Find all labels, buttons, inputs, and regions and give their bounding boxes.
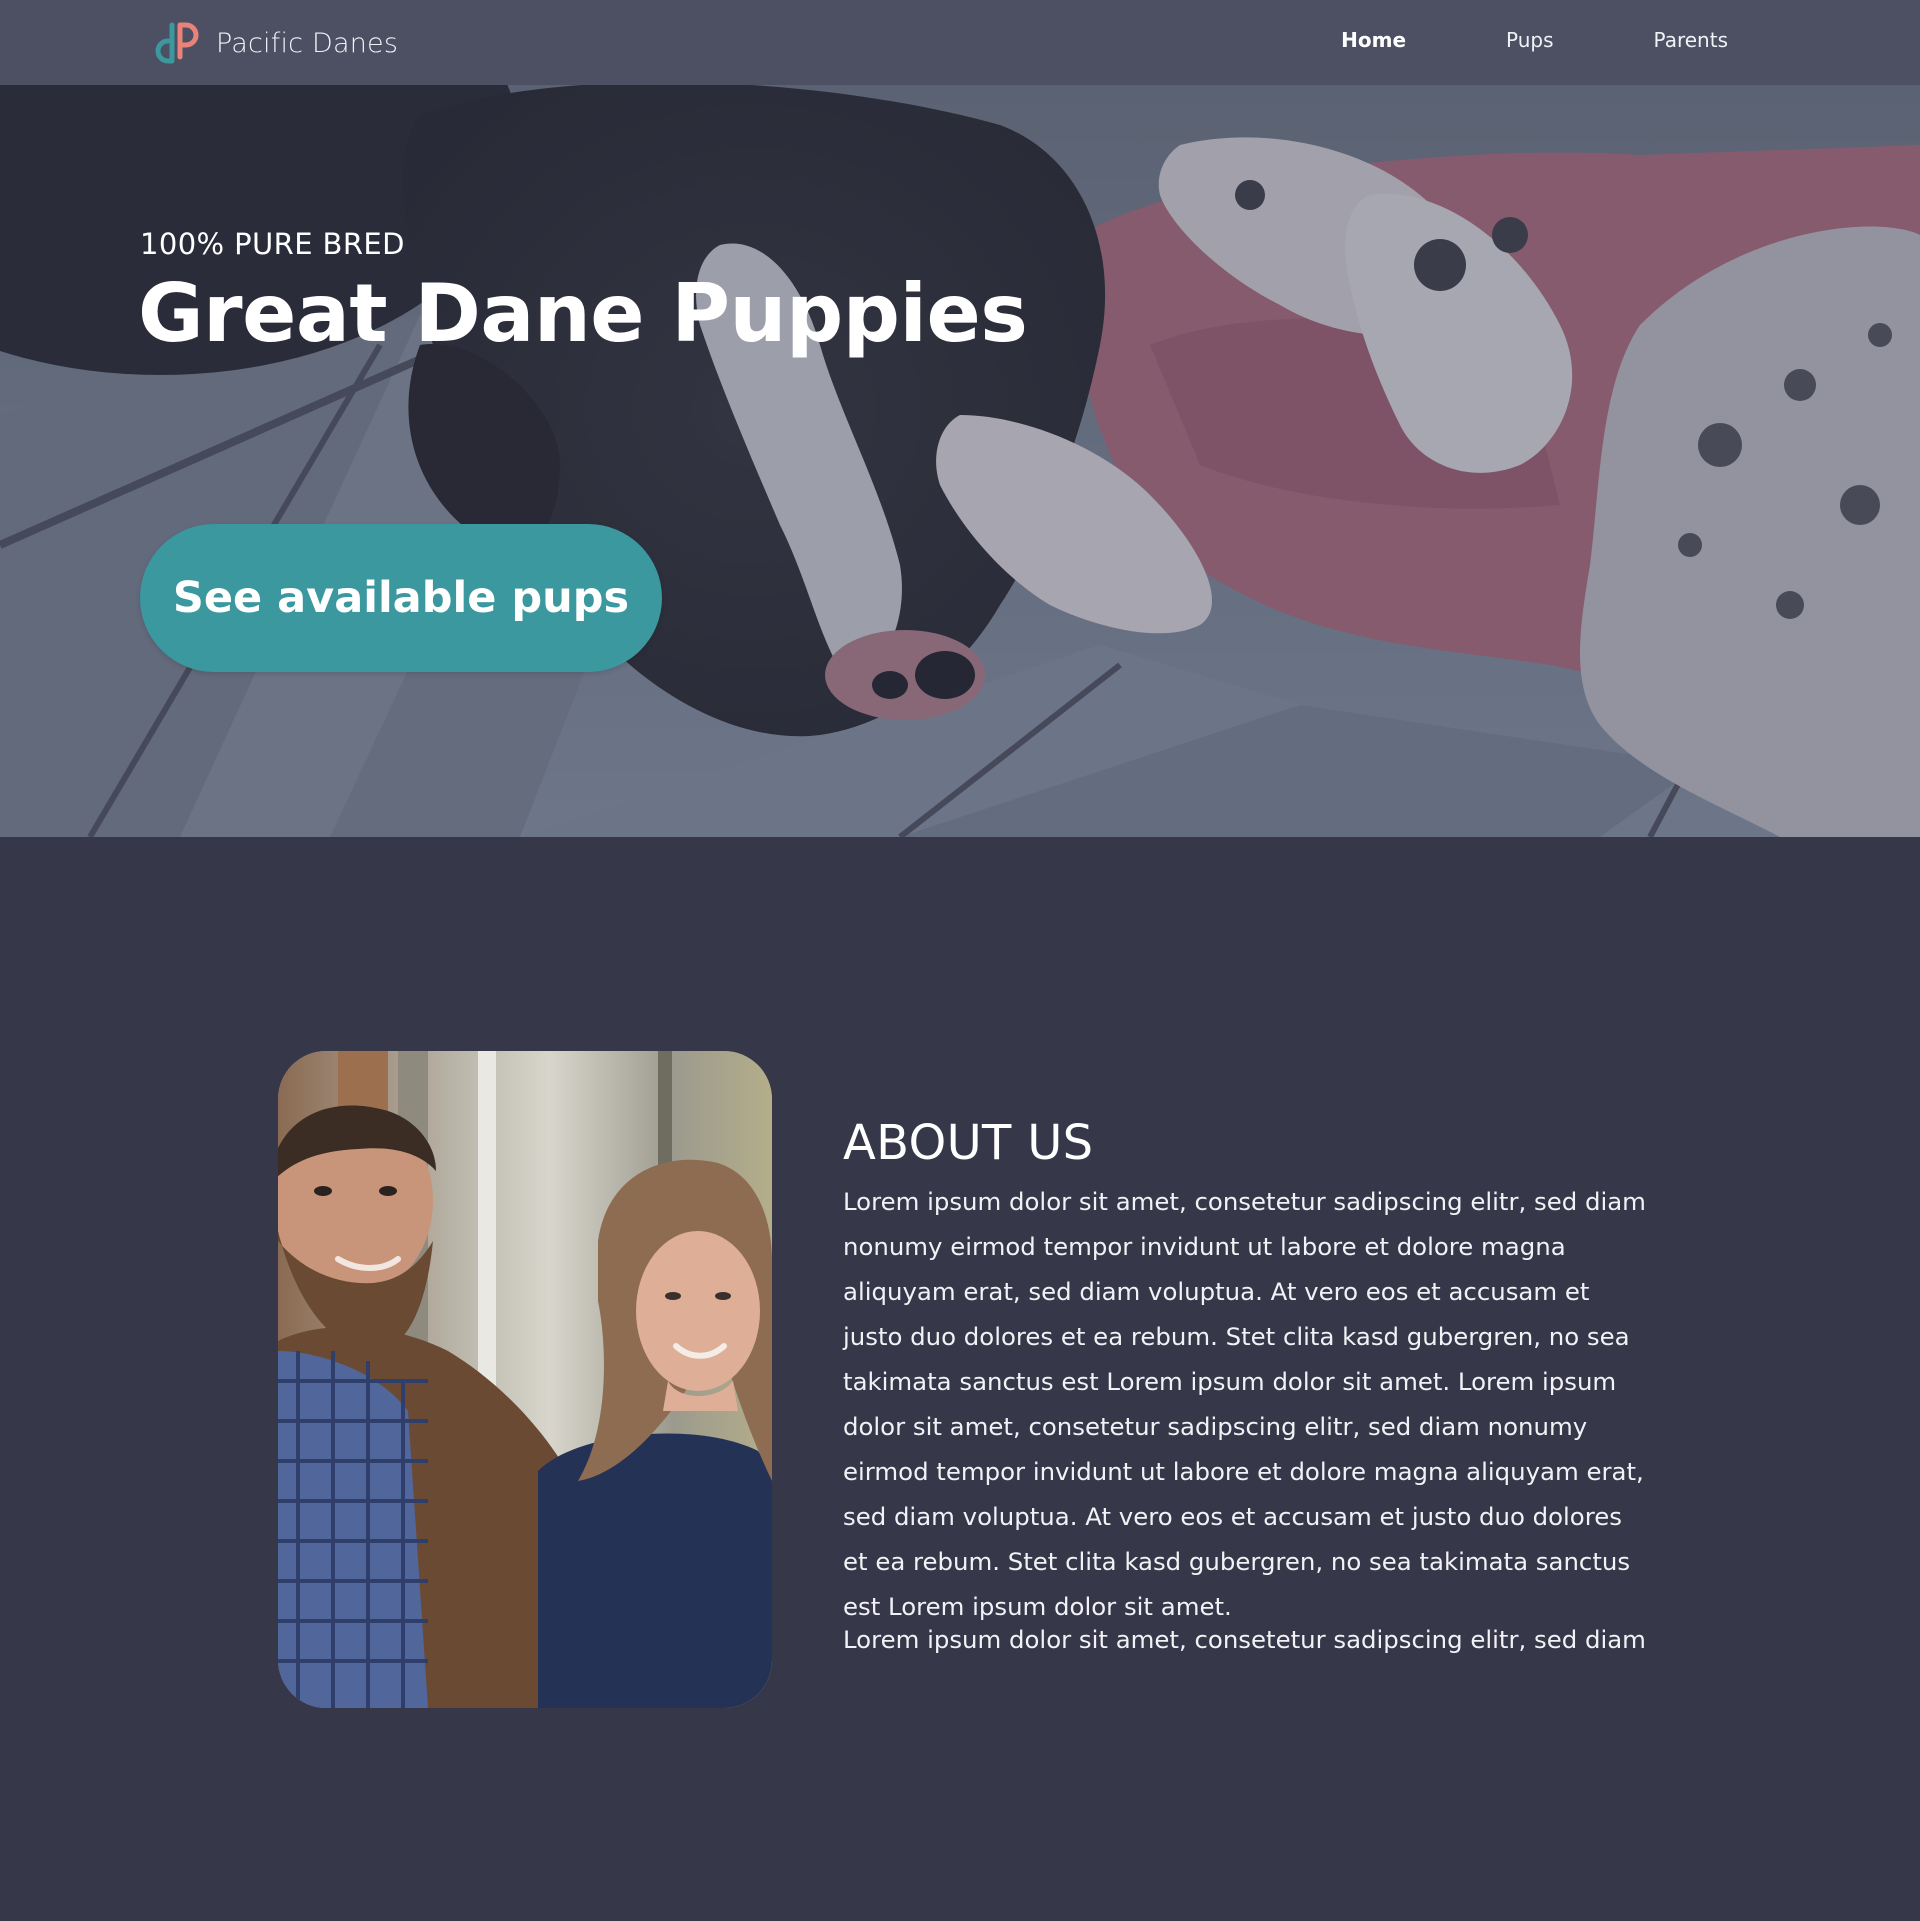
hero-section: 100% PURE BRED Great Dane Puppies See av…	[0, 85, 1920, 837]
dp-monogram-icon	[155, 22, 199, 64]
about-paragraph-1: Lorem ipsum dolor sit amet, consetetur s…	[843, 1187, 1646, 1621]
see-available-pups-button[interactable]: See available pups	[140, 524, 662, 672]
brand-logo-link[interactable]: Pacific Danes	[150, 17, 398, 69]
about-title: ABOUT US	[843, 1115, 1094, 1171]
main-nav: Home Pups Parents	[1241, 28, 1728, 52]
about-paragraph-2: Lorem ipsum dolor sit amet, consetetur s…	[843, 1625, 1646, 1654]
hero-eyebrow: 100% PURE BRED	[140, 227, 405, 261]
page: Pacific Danes Home Pups Parents 100% PUR…	[0, 0, 1920, 1921]
nav-link-parents[interactable]: Parents	[1654, 28, 1728, 52]
owners-photo	[278, 1051, 772, 1708]
nav-link-home[interactable]: Home	[1341, 28, 1406, 52]
hero-title: Great Dane Puppies	[138, 267, 1028, 360]
nav-link-pups[interactable]: Pups	[1506, 28, 1554, 52]
owners-photo-image	[278, 1051, 772, 1708]
about-section: ABOUT US Lorem ipsum dolor sit amet, con…	[0, 837, 1920, 1921]
brand-name: Pacific Danes	[216, 27, 399, 59]
hero-dim-overlay	[0, 85, 1920, 837]
top-nav-bar: Pacific Danes Home Pups Parents	[0, 0, 1920, 85]
